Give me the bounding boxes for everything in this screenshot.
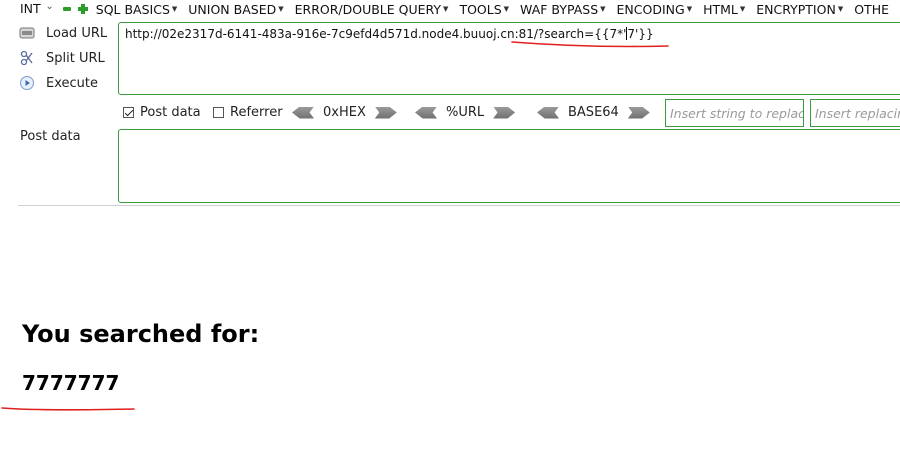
annotation-overlay <box>1 41 669 411</box>
url-annotation-underline <box>511 41 669 48</box>
result-annotation-underline <box>1 407 135 411</box>
